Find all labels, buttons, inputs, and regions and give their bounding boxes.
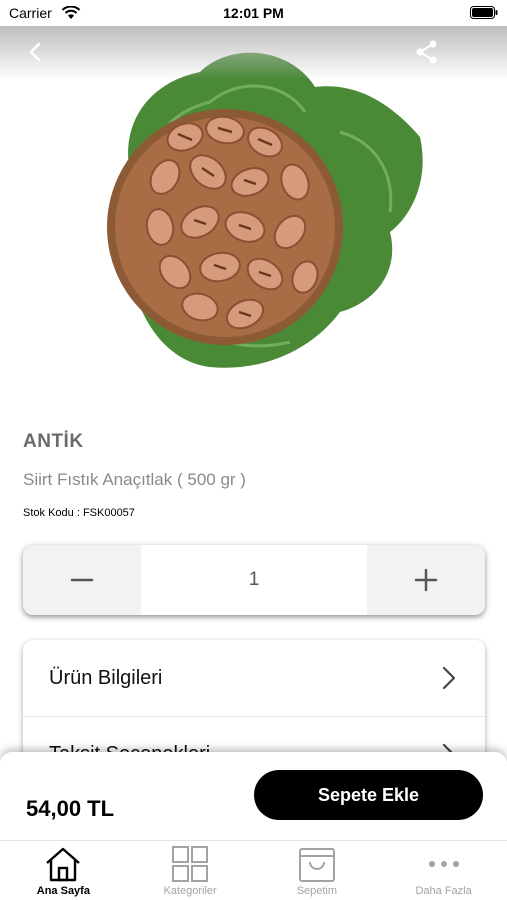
product-image (107, 52, 423, 368)
chevron-right-icon (442, 666, 456, 690)
clock: 12:01 PM (223, 5, 284, 21)
shopping-bag-icon (298, 848, 335, 882)
grid-icon (172, 846, 209, 882)
tab-more-label: Daha Fazla (415, 885, 472, 897)
home-icon (46, 847, 81, 882)
product-info-label: Ürün Bilgileri (49, 666, 163, 689)
decrease-quantity-button[interactable] (23, 545, 141, 615)
tab-home-label: Ana Sayfa (36, 885, 90, 897)
chevron-left-icon (29, 42, 41, 62)
tab-categories[interactable]: Kategoriler (127, 841, 254, 900)
add-to-cart-button[interactable]: Sepete Ekle (254, 770, 483, 820)
stock-code-label: Stok Kodu : (23, 507, 83, 519)
tab-home[interactable]: Ana Sayfa (0, 841, 127, 900)
tab-cart[interactable]: Sepetim (254, 841, 381, 900)
status-bar: Carrier 12:01 PM (0, 0, 507, 26)
share-icon (416, 40, 437, 64)
tab-bar: Ana Sayfa Kategoriler Sepetim Daha Fazla (0, 840, 507, 900)
tab-more[interactable]: Daha Fazla (380, 841, 507, 900)
increase-quantity-button[interactable] (367, 545, 485, 615)
stock-code-value: FSK00057 (82, 507, 135, 519)
share-button[interactable] (411, 36, 443, 68)
product-brand: ANTİK (23, 431, 84, 452)
quantity-value[interactable]: 1 (141, 545, 367, 615)
stock-code: Stok Kodu : FSK00057 (23, 507, 135, 519)
more-icon (428, 861, 459, 867)
product-info-row[interactable]: Ürün Bilgileri (23, 640, 485, 716)
plus-icon (414, 568, 438, 592)
quantity-stepper: 1 (23, 545, 485, 615)
back-button[interactable] (20, 36, 52, 68)
tab-categories-label: Kategoriler (163, 885, 217, 897)
checkout-bar: 54,00 TL Sepete Ekle (0, 752, 507, 840)
product-price: 54,00 TL (26, 796, 115, 821)
product-name: Siirt Fıstık Anaçıtlak ( 500 gr ) (23, 470, 246, 489)
tab-cart-label: Sepetim (296, 885, 338, 897)
minus-icon (70, 578, 94, 582)
battery-icon (470, 6, 498, 19)
